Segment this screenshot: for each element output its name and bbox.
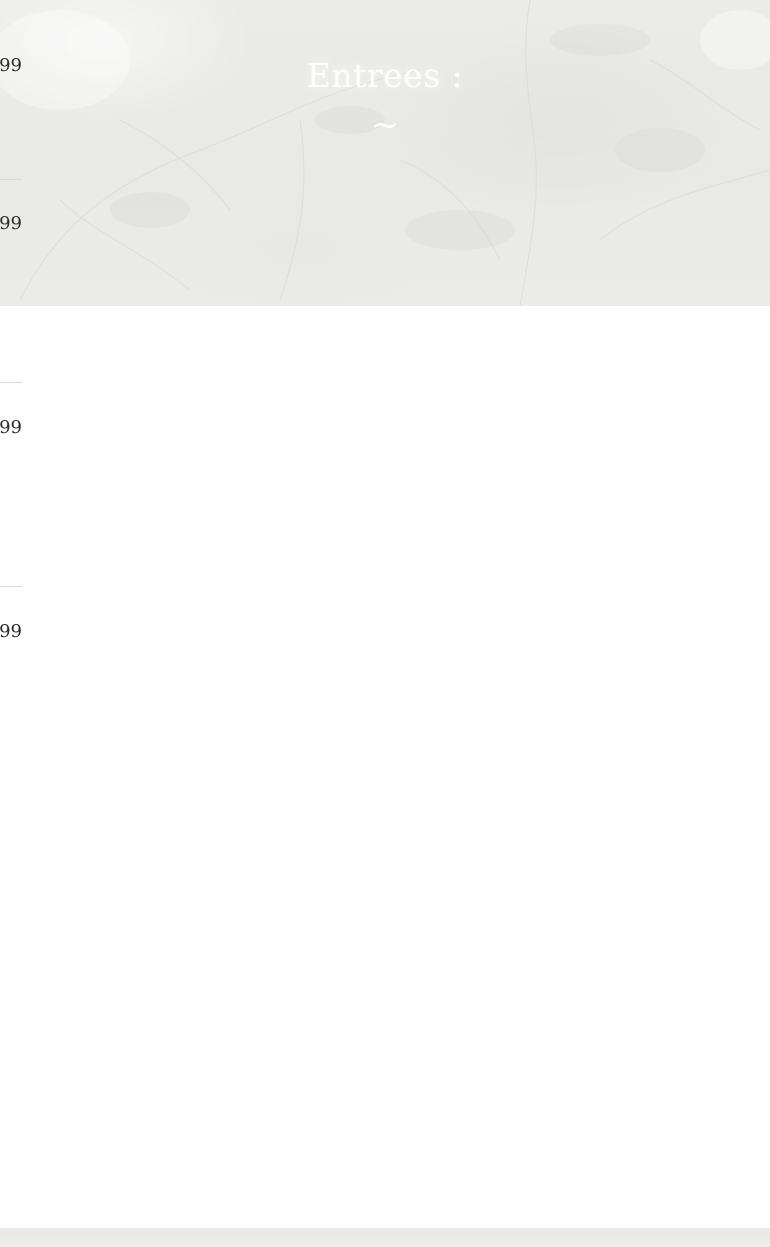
next-section-banner [0, 1228, 770, 1247]
menu-item-price: 99 [0, 417, 22, 438]
section-title: Entrees : [306, 56, 464, 95]
page: Entrees : ~ 99 99 99 99 [0, 0, 770, 1247]
menu-column: 99 99 99 99 [0, 0, 22, 700]
menu-divider [0, 586, 22, 587]
menu-item-price: 99 [0, 213, 22, 234]
hero-background-texture [0, 0, 770, 306]
title-ornament: ~ [370, 105, 400, 145]
section-hero-banner: Entrees : ~ [0, 0, 770, 306]
menu-divider [0, 179, 22, 180]
menu-item-price: 99 [0, 621, 22, 642]
menu-divider [0, 382, 22, 383]
menu-item-price: 99 [0, 55, 22, 76]
